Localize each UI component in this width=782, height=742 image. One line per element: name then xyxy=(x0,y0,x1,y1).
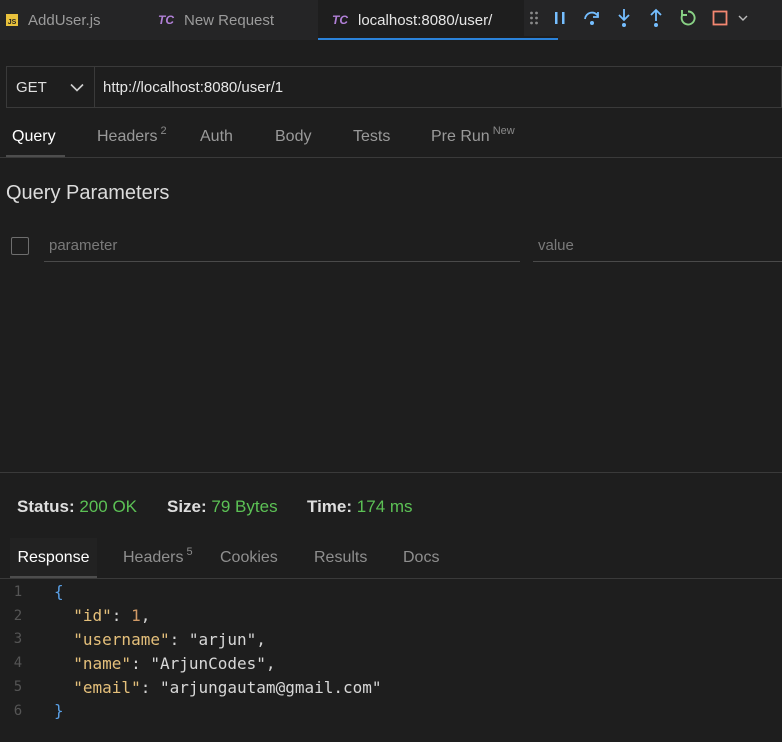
json-value: "arjungautam@gmail.com" xyxy=(159,677,382,697)
tab-headers[interactable]: Headers 2 xyxy=(97,116,167,157)
chevron-down-icon[interactable] xyxy=(736,2,750,34)
editor-tab-label: New Request xyxy=(184,11,275,29)
chevron-down-icon xyxy=(70,83,84,92)
tab-cookies[interactable]: Cookies xyxy=(220,538,278,578)
code-line: 1 { xyxy=(0,580,782,604)
code-line: 5 "email": "arjungautam@gmail.com" xyxy=(0,675,782,699)
thunder-client-icon: TC xyxy=(332,13,348,27)
method-label: GET xyxy=(16,78,47,96)
editor-tab-label: localhost:8080/user/ xyxy=(358,11,493,29)
editor-tab-localhost[interactable]: TC localhost:8080/user/ xyxy=(318,0,558,40)
open-brace: { xyxy=(54,582,64,602)
time-value: 174 ms xyxy=(356,497,413,516)
thunder-client-icon: TC xyxy=(158,13,174,27)
json-value: "arjun" xyxy=(188,629,257,649)
tab-docs[interactable]: Docs xyxy=(403,538,439,578)
tab-auth[interactable]: Auth xyxy=(200,116,233,157)
tab-tests[interactable]: Tests xyxy=(353,116,390,157)
step-out-icon[interactable] xyxy=(640,2,672,34)
code-line: 4 "name": "ArjunCodes", xyxy=(0,651,782,675)
json-comma: , xyxy=(140,606,151,626)
drag-handle-icon[interactable] xyxy=(524,2,544,34)
parameter-input[interactable] xyxy=(44,230,520,262)
tab-label: Docs xyxy=(403,549,440,566)
editor-tab-bar: JS AddUser.js TC New Request TC localhos… xyxy=(0,0,782,40)
method-select[interactable]: GET xyxy=(7,67,95,107)
json-key: "username" xyxy=(73,629,170,649)
tab-label: Tests xyxy=(353,127,391,145)
js-file-icon: JS xyxy=(6,14,18,26)
line-number: 1 xyxy=(13,583,23,600)
status-value: 200 OK xyxy=(79,497,138,516)
json-key: "id" xyxy=(73,606,112,626)
line-number: 2 xyxy=(13,607,23,624)
json-comma: , xyxy=(265,653,276,673)
tab-label: Headers xyxy=(97,127,158,145)
line-number: 5 xyxy=(13,679,23,696)
step-over-icon[interactable] xyxy=(576,2,608,34)
request-url-bar: GET xyxy=(6,66,782,108)
tab-pre-run[interactable]: Pre Run New xyxy=(431,116,515,157)
tab-label: Pre Run xyxy=(431,127,490,145)
size-value: 79 Bytes xyxy=(211,497,278,516)
time-label: Time: xyxy=(307,497,353,516)
line-number: 4 xyxy=(13,655,23,672)
debug-toolbar xyxy=(524,0,782,36)
value-input[interactable] xyxy=(533,230,782,262)
code-line: 6 } xyxy=(0,699,782,723)
tab-label: Auth xyxy=(200,127,233,145)
tab-label: Cookies xyxy=(220,549,278,566)
response-body[interactable]: 1 { 2 "id": 1, 3 "username": "arjun", 4 … xyxy=(0,580,782,723)
code-line: 3 "username": "arjun", xyxy=(0,628,782,652)
json-key: "email" xyxy=(73,677,141,697)
tab-response[interactable]: Response xyxy=(10,538,97,578)
tab-label: Headers xyxy=(123,549,184,566)
json-value: "ArjunCodes" xyxy=(150,653,266,673)
json-value: 1 xyxy=(131,606,141,626)
tab-results[interactable]: Results xyxy=(314,538,367,578)
stop-icon[interactable] xyxy=(704,2,736,34)
panel-divider[interactable] xyxy=(0,472,782,473)
tab-response-headers[interactable]: Headers 5 xyxy=(123,538,193,578)
request-tabs: Query Headers 2 Auth Body Tests Pre Run Ne… xyxy=(0,116,782,158)
headers-count-badge: 2 xyxy=(160,124,167,137)
new-badge: New xyxy=(492,124,515,137)
tab-body[interactable]: Body xyxy=(275,116,311,157)
restart-icon[interactable] xyxy=(672,2,704,34)
line-number: 6 xyxy=(13,702,23,719)
code-line: 2 "id": 1, xyxy=(0,604,782,628)
tab-label: Response xyxy=(17,549,90,566)
response-tabs: Response Headers 5 Cookies Results Docs xyxy=(0,538,782,579)
json-comma: , xyxy=(256,629,266,649)
step-into-icon[interactable] xyxy=(608,2,640,34)
size-indicator: Size: 79 Bytes xyxy=(167,497,278,517)
line-number: 3 xyxy=(13,631,23,648)
pause-icon[interactable] xyxy=(544,2,576,34)
active-tab-indicator xyxy=(6,155,65,157)
editor-tab-adduser[interactable]: JS AddUser.js xyxy=(6,0,101,40)
size-label: Size: xyxy=(167,497,207,516)
tab-label: Body xyxy=(275,127,312,145)
parameter-enable-checkbox[interactable] xyxy=(11,237,29,255)
url-input[interactable] xyxy=(95,67,781,107)
time-indicator: Time: 174 ms xyxy=(307,497,413,517)
status-label: Status: xyxy=(17,497,75,516)
tab-query[interactable]: Query xyxy=(12,116,56,157)
headers-count-badge: 5 xyxy=(186,546,193,558)
status-indicator: Status: 200 OK xyxy=(17,497,137,517)
editor-tab-label: AddUser.js xyxy=(28,11,101,29)
close-brace: } xyxy=(54,701,64,721)
editor-tab-new-request[interactable]: TC New Request xyxy=(158,0,274,40)
tab-label: Results xyxy=(314,549,368,566)
json-key: "name" xyxy=(73,653,132,673)
query-parameters-title: Query Parameters xyxy=(6,182,170,204)
tab-label: Query xyxy=(12,127,56,145)
